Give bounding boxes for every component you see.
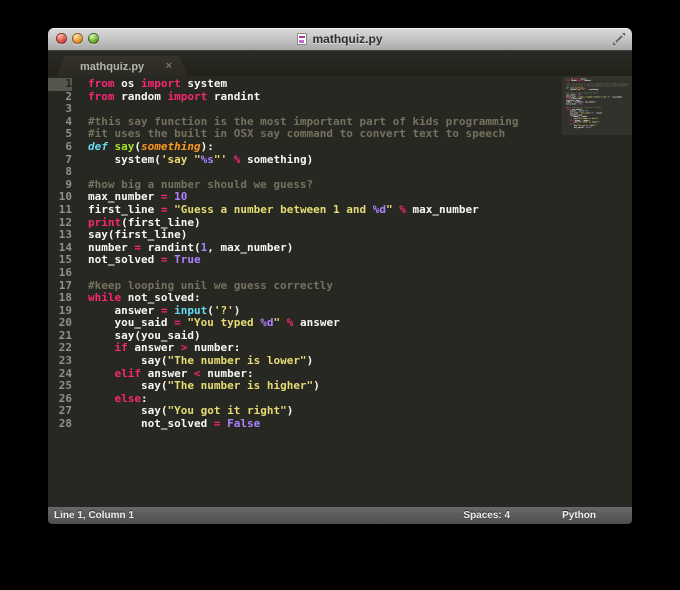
- tab-bar: mathquiz.py ×: [48, 51, 632, 77]
- minimap[interactable]: 1from os import system2from random impor…: [564, 78, 632, 128]
- code-lines: 1from os import system2from random impor…: [48, 76, 632, 431]
- expand-arrows-icon: [612, 32, 626, 46]
- indent-setting[interactable]: Spaces: 4: [463, 510, 510, 521]
- line-number: 6: [48, 141, 72, 154]
- line-number: 18: [48, 292, 72, 305]
- line-number: 1: [48, 78, 72, 91]
- document-icon: [297, 33, 307, 45]
- tab-mathquiz[interactable]: mathquiz.py ×: [56, 56, 188, 77]
- line-number: 25: [48, 380, 72, 393]
- code-line: 7 system('say "%s"' % something): [48, 154, 632, 167]
- code-editor[interactable]: 1from os import system2from random impor…: [48, 76, 632, 507]
- code-line: 28 not_solved = False: [48, 418, 632, 431]
- app-window: mathquiz.py mathquiz.py × 1from os impor…: [48, 28, 632, 524]
- line-number: 20: [48, 317, 72, 330]
- line-number: 16: [48, 267, 72, 280]
- line-number: 13: [48, 229, 72, 242]
- line-number: 3: [48, 103, 72, 116]
- line-number: 23: [48, 355, 72, 368]
- titlebar[interactable]: mathquiz.py: [48, 28, 632, 51]
- fullscreen-button[interactable]: [612, 32, 626, 46]
- code-line: 15not_solved = True: [48, 254, 632, 267]
- code-line: 28 not_solved = False: [564, 127, 632, 129]
- window-title: mathquiz.py: [312, 32, 382, 46]
- syntax-name[interactable]: Python: [562, 510, 596, 521]
- tab-close-icon[interactable]: ×: [166, 61, 172, 72]
- code-line: 2from random import randint: [48, 91, 632, 104]
- status-bar: Line 1, Column 1 Spaces: 4 Python: [48, 506, 632, 524]
- cursor-position: Line 1, Column 1: [48, 510, 134, 521]
- tab-label: mathquiz.py: [80, 61, 144, 73]
- line-number: 8: [48, 166, 72, 179]
- line-number: 28: [48, 418, 72, 431]
- line-number: 11: [48, 204, 72, 217]
- desktop-background: { "window": { "title": "mathquiz.py" }, …: [0, 0, 680, 590]
